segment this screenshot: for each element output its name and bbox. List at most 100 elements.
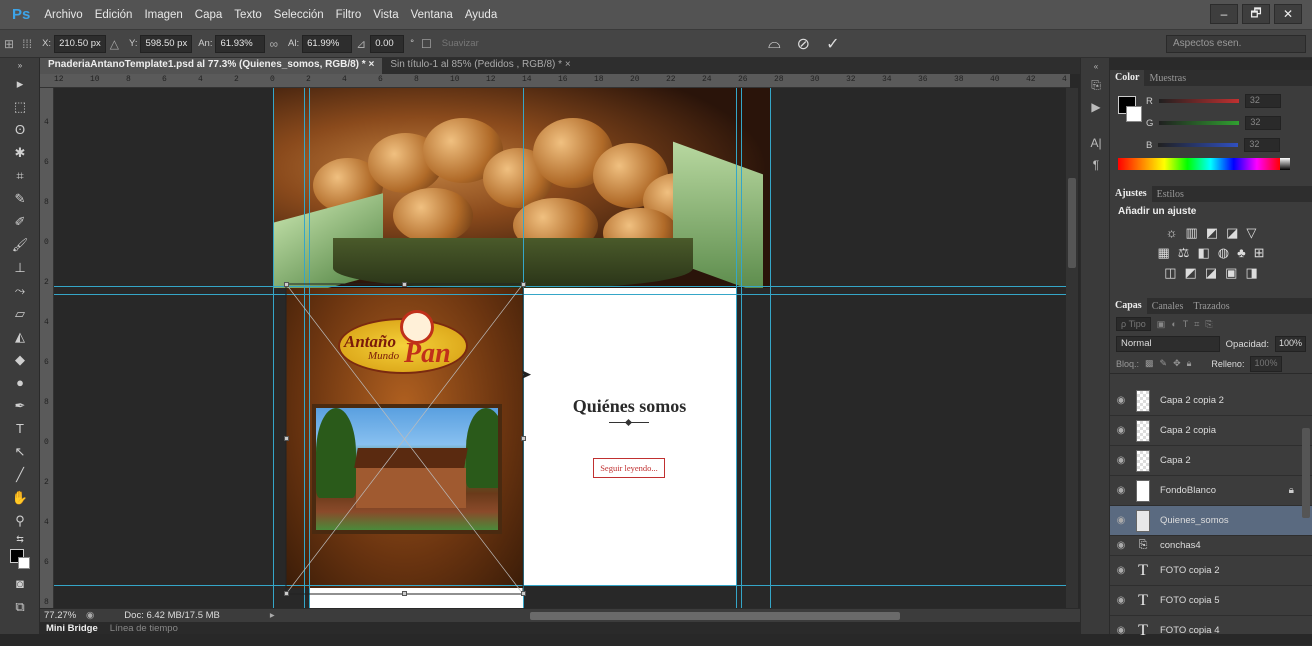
b-slider[interactable]	[1158, 143, 1239, 147]
menu-archivo[interactable]: Archivo	[44, 9, 82, 21]
menu-seleccion[interactable]: Selección	[274, 9, 324, 21]
tab-ajustes[interactable]: Ajustes	[1110, 186, 1152, 202]
commit-transform-icon[interactable]: ✓	[826, 34, 839, 54]
posterize-icon[interactable]: ◩	[1185, 265, 1197, 281]
reference-point-icon[interactable]: ⁞⁞⁞	[22, 37, 32, 51]
vibrance-icon[interactable]: ▽	[1246, 225, 1256, 241]
lock-transparent-icon[interactable]: ▩	[1145, 358, 1154, 369]
collapse-icon[interactable]: «	[1081, 58, 1111, 74]
visibility-eye-icon[interactable]: ◉	[1112, 455, 1130, 466]
layer-row[interactable]: ◉ Capa 2	[1110, 446, 1312, 476]
lock-all-icon[interactable]: 🔒︎	[1187, 358, 1192, 369]
gradient-map-icon[interactable]: ▣	[1225, 265, 1237, 281]
zoom-level[interactable]: 77.27%	[44, 610, 80, 621]
type-tool-icon[interactable]: T	[0, 417, 40, 440]
warp-icon[interactable]: ⌓	[768, 35, 781, 53]
levels-icon[interactable]: ▥	[1186, 225, 1198, 241]
x-input[interactable]: 210.50 px	[54, 34, 106, 53]
lock-pixels-icon[interactable]: ✎	[1160, 358, 1168, 369]
tab-trazados[interactable]: Trazados	[1188, 301, 1234, 312]
transform-handle[interactable]	[284, 591, 289, 596]
lasso-tool-icon[interactable]: ʘ	[0, 118, 40, 141]
tab-timeline[interactable]: Línea de tiempo	[104, 623, 184, 634]
minimize-button[interactable]: –	[1210, 4, 1238, 24]
photo-filter-icon[interactable]: ◍	[1218, 245, 1229, 261]
path-select-tool-icon[interactable]: ↖	[0, 440, 40, 463]
crop-tool-icon[interactable]: ⌗	[0, 164, 40, 187]
status-info-icon[interactable]: ◉	[86, 610, 94, 621]
menu-vista[interactable]: Vista	[373, 9, 398, 21]
eyedropper-tool-icon[interactable]: ✎	[0, 187, 40, 210]
layer-row[interactable]: ◉ FondoBlanco 🔒︎	[1110, 476, 1312, 506]
transform-handle[interactable]	[521, 591, 526, 596]
transform-handle[interactable]	[284, 282, 289, 287]
transform-handle[interactable]	[402, 282, 407, 287]
hand-tool-icon[interactable]: ✋	[0, 486, 40, 509]
color-balance-icon[interactable]: ⚖	[1178, 245, 1190, 261]
y-input[interactable]: 598.50 px	[140, 34, 193, 53]
background-swatch[interactable]	[1126, 106, 1142, 122]
eraser-tool-icon[interactable]: ▱	[0, 302, 40, 325]
menu-texto[interactable]: Texto	[234, 9, 262, 21]
paragraph-panel-icon[interactable]: ¶	[1081, 154, 1111, 176]
menu-imagen[interactable]: Imagen	[144, 9, 182, 21]
r-input[interactable]: 32	[1244, 94, 1281, 108]
menu-ayuda[interactable]: Ayuda	[465, 9, 497, 21]
visibility-eye-icon[interactable]: ◉	[1112, 625, 1130, 636]
g-input[interactable]: 32	[1245, 116, 1282, 130]
curves-icon[interactable]: ◩	[1206, 225, 1218, 241]
swap-colors-icon[interactable]: ⇆	[0, 532, 40, 546]
black-white-ramp[interactable]	[1280, 158, 1290, 170]
color-swatches[interactable]	[0, 546, 40, 572]
cancel-transform-icon[interactable]: ⊘	[797, 34, 810, 54]
background-color-swatch[interactable]	[18, 557, 30, 569]
smooth-checkbox[interactable]: ☐	[421, 37, 432, 51]
visibility-eye-icon[interactable]: ◉	[1112, 565, 1130, 576]
layers-scrollbar[interactable]	[1302, 428, 1310, 518]
history-panel-icon[interactable]: ⎘	[1081, 74, 1111, 96]
canvas-vertical-scrollbar[interactable]	[1066, 88, 1078, 608]
r-slider[interactable]	[1158, 99, 1239, 103]
menu-ventana[interactable]: Ventana	[411, 9, 453, 21]
channel-mixer-icon[interactable]: ♣	[1237, 245, 1246, 261]
tab-document-1[interactable]: PnaderiaAntanoTemplate1.psd al 77.3% (Qu…	[40, 58, 383, 74]
tab-swatches[interactable]: Muestras	[1144, 73, 1191, 84]
collapse-icon[interactable]: »	[0, 58, 40, 72]
transform-handle[interactable]	[521, 436, 526, 441]
zoom-tool-icon[interactable]: ⚲	[0, 509, 40, 532]
link-icon[interactable]: ∞	[269, 37, 278, 51]
width-input[interactable]: 61.93%	[215, 34, 266, 53]
layer-row[interactable]: ◉ ⎘ conchas4	[1110, 536, 1312, 556]
menu-filtro[interactable]: Filtro	[336, 9, 362, 21]
filter-pixel-icon[interactable]: ▣	[1157, 319, 1166, 330]
actions-panel-icon[interactable]: ▶	[1081, 96, 1111, 118]
scroll-thumb[interactable]	[1068, 178, 1076, 268]
threshold-icon[interactable]: ◪	[1205, 265, 1217, 281]
transform-bounding-box[interactable]	[54, 88, 1070, 608]
selective-color-icon[interactable]: ◨	[1245, 265, 1257, 281]
close-icon[interactable]: ×	[368, 59, 374, 70]
layer-row[interactable]: ◉ T FOTO copia 5	[1110, 586, 1312, 616]
visibility-eye-icon[interactable]: ◉	[1112, 485, 1130, 496]
transform-tool-icon[interactable]: ⊞	[4, 37, 14, 51]
dodge-tool-icon[interactable]: ●	[0, 371, 40, 394]
marquee-tool-icon[interactable]: ⬚	[0, 95, 40, 118]
color-lookup-icon[interactable]: ⊞	[1254, 245, 1265, 261]
visibility-eye-icon[interactable]: ◉	[1112, 395, 1130, 406]
workspace-dropdown[interactable]: Aspectos esen.	[1166, 35, 1306, 53]
filter-smart-icon[interactable]: ⎘	[1205, 319, 1212, 330]
menu-edicion[interactable]: Edición	[95, 9, 133, 21]
tab-mini-bridge[interactable]: Mini Bridge	[40, 623, 104, 634]
brush-tool-icon[interactable]: 🖌	[0, 233, 40, 256]
line-tool-icon[interactable]: ╱	[0, 463, 40, 486]
blur-tool-icon[interactable]: ◆	[0, 348, 40, 371]
g-slider[interactable]	[1159, 121, 1240, 125]
blend-mode-select[interactable]: Normal	[1116, 336, 1220, 352]
history-brush-tool-icon[interactable]: ⤳	[0, 279, 40, 302]
healing-tool-icon[interactable]: ✐	[0, 210, 40, 233]
black-white-icon[interactable]: ◧	[1197, 245, 1209, 261]
pen-tool-icon[interactable]: ✒	[0, 394, 40, 417]
quick-select-tool-icon[interactable]: ✱	[0, 141, 40, 164]
height-input[interactable]: 61.99%	[302, 34, 353, 53]
brightness-icon[interactable]: ☼	[1166, 225, 1178, 241]
